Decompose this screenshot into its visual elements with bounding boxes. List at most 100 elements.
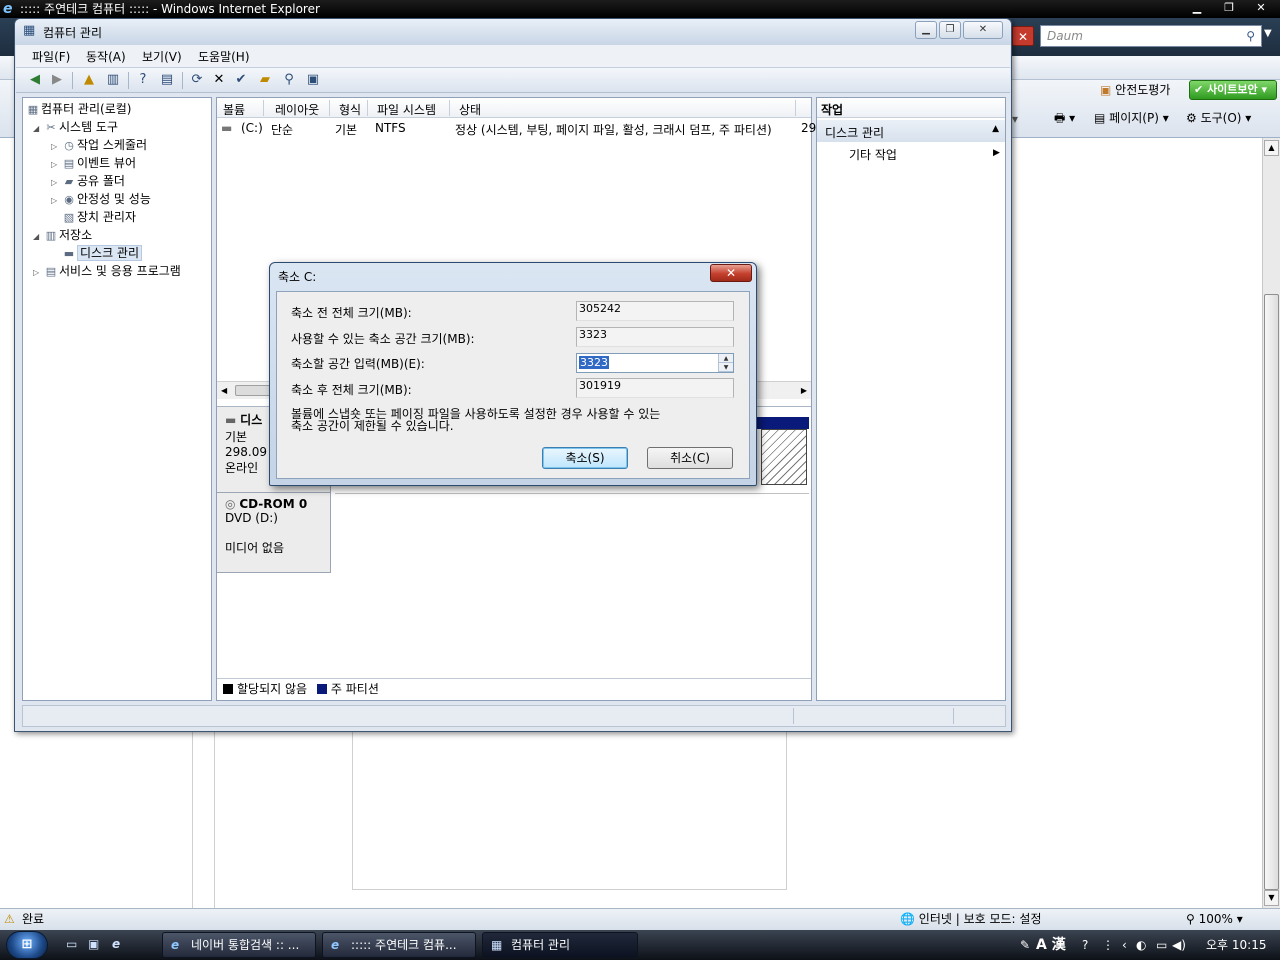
show-hide-tree-icon[interactable]: ▥ — [104, 71, 122, 89]
up-folder-icon[interactable]: ▲ — [80, 71, 98, 89]
volume-icon[interactable]: ◀) — [1172, 930, 1186, 960]
tree-item-device-manager[interactable]: ▧ 장치 관리자 — [51, 209, 136, 226]
help-icon[interactable]: ? — [134, 71, 152, 89]
computer-management-icon: ▦ — [23, 23, 36, 38]
maximize-button[interactable]: ❐ — [939, 21, 961, 39]
tree-item-shared-folders[interactable]: ▷ ▰ 공유 폴더 — [51, 173, 125, 191]
tree-item-reliability[interactable]: ▷ ◉ 안정성 및 성능 — [51, 191, 151, 209]
close-icon[interactable]: ✕ — [1246, 0, 1276, 16]
collapse-up-icon[interactable]: ▲ — [992, 124, 999, 134]
mmc-title-bar[interactable]: ▦ 컴퓨터 관리 ▁ ❐ ✕ — [15, 19, 1011, 45]
tree-item-event-viewer[interactable]: ▷ ▤ 이벤트 뷰어 — [51, 155, 136, 173]
delete-icon[interactable]: ✕ — [210, 71, 228, 89]
tray-expand-icon[interactable]: ‹ — [1122, 930, 1127, 960]
ime-indicator[interactable]: A 漢 — [1036, 930, 1066, 960]
settings-icon[interactable]: ▣ — [304, 71, 322, 89]
expand-icon[interactable]: ▷ — [51, 139, 61, 155]
taskbar-button-naver[interactable]: e 네이버 통합검색 :: ... — [162, 932, 316, 958]
column-filesystem[interactable]: 파일 시스템 — [377, 101, 436, 118]
shrink-amount-input[interactable]: 3323 — [576, 353, 734, 373]
taskbar-button-juyeontech[interactable]: e ::::: 주연테크 컴퓨... — [322, 932, 476, 958]
menu-view[interactable]: 보기(V) — [142, 48, 182, 65]
spin-down-icon[interactable]: ▼ — [719, 363, 733, 372]
menu-help[interactable]: 도움말(H) — [198, 48, 250, 65]
shrink-amount-stepper[interactable]: ▲ ▼ — [718, 354, 733, 372]
menu-action[interactable]: 동작(A) — [86, 48, 126, 65]
scroll-left-icon[interactable]: ◀ — [221, 386, 227, 395]
warning-icon: ⚠ — [4, 912, 15, 926]
search-icon[interactable]: ⚲ — [280, 71, 298, 89]
clock-icon: ◷ — [64, 139, 74, 152]
total-after-label: 축소 후 전체 크기(MB): — [291, 383, 412, 397]
show-desktop-icon[interactable]: ▭ — [66, 937, 77, 951]
forward-icon[interactable]: ▶ — [48, 71, 66, 89]
clock[interactable]: 오후 10:15 — [1206, 930, 1266, 960]
search-input[interactable]: Daum ⚲ — [1040, 25, 1262, 47]
show-hide-action-pane-icon[interactable]: ▤ — [158, 71, 176, 89]
volume-row-c[interactable]: ▬ (C:) 단순 기본 NTFS 정상 (시스템, 부팅, 페이지 파일, 활… — [217, 119, 816, 137]
safety-rating-button[interactable]: ▣ 안전도평가 — [1100, 81, 1170, 99]
partition-c-block[interactable] — [761, 429, 807, 485]
back-icon[interactable]: ◀ — [26, 71, 44, 89]
expand-icon[interactable]: ▷ — [51, 193, 61, 209]
security-zone[interactable]: 🌐 인터넷 | 보호 모드: 설정 — [900, 909, 1042, 929]
scroll-up-icon[interactable]: ▲ — [1264, 140, 1279, 156]
scroll-down-icon[interactable]: ▼ — [1264, 890, 1279, 906]
spin-up-icon[interactable]: ▲ — [719, 354, 733, 363]
feed-dropdown-icon[interactable]: ▾ — [1012, 110, 1018, 128]
column-layout[interactable]: 레이아웃 — [275, 101, 319, 118]
close-button[interactable]: ✕ — [963, 21, 1003, 39]
expand-icon[interactable]: ▷ — [33, 265, 43, 281]
tree-item-task-scheduler[interactable]: ▷ ◷ 작업 스케줄러 — [51, 137, 147, 155]
minimize-button[interactable]: ▁ — [915, 21, 937, 39]
column-status[interactable]: 상태 — [459, 101, 481, 118]
total-before-label: 축소 전 전체 크기(MB): — [291, 306, 412, 320]
column-volume[interactable]: 볼륨 — [223, 101, 245, 118]
refresh-icon[interactable]: ⟳ — [188, 71, 206, 89]
collapse-icon[interactable]: ◢ — [33, 121, 43, 137]
properties-icon[interactable]: ✔ — [232, 71, 250, 89]
dialog-close-button[interactable]: ✕ — [710, 264, 752, 282]
cdrom-0-label[interactable]: ◎ CD-ROM 0 DVD (D:) 미디어 없음 — [217, 493, 331, 573]
collapse-icon[interactable]: ◢ — [33, 229, 43, 245]
shrink-button[interactable]: 축소(S) — [542, 447, 628, 469]
actions-section-disk-management[interactable]: 디스크 관리 ▲ — [817, 120, 1005, 142]
tree-item-services-apps[interactable]: ▷ ▤ 서비스 및 응용 프로그램 — [33, 263, 181, 281]
minimize-icon[interactable]: ▁ — [1182, 0, 1212, 16]
menu-file[interactable]: 파일(F) — [32, 48, 70, 65]
maximize-icon[interactable]: ❐ — [1214, 0, 1244, 16]
column-type[interactable]: 형식 — [339, 101, 361, 118]
switch-windows-icon[interactable]: ▣ — [88, 937, 99, 951]
expand-icon[interactable]: ▷ — [51, 157, 61, 173]
search-dropdown-icon[interactable]: ▼ — [1264, 28, 1272, 39]
drive-icon: ▬ — [221, 121, 233, 135]
zoom-control[interactable]: ⚲ 100% ▾ — [1186, 909, 1243, 929]
help-icon[interactable]: ? — [1082, 930, 1088, 960]
taskbar-button-computer-management[interactable]: ▦ 컴퓨터 관리 — [482, 932, 638, 958]
scroll-thumb[interactable] — [1264, 294, 1279, 890]
tree-item-system-tools[interactable]: ◢ ✂ 시스템 도구 — [33, 119, 118, 137]
site-security-button[interactable]: ✔ 사이트보안 ▾ — [1189, 80, 1277, 100]
start-button[interactable]: ⊞ — [6, 931, 48, 959]
tree-item-storage[interactable]: ◢ ▥ 저장소 — [33, 227, 92, 245]
scroll-right-icon[interactable]: ▶ — [801, 386, 807, 395]
tree-item-disk-management[interactable]: ▬ 디스크 관리 — [51, 245, 143, 262]
cancel-button[interactable]: 취소(C) — [647, 447, 733, 469]
tools-menu[interactable]: ⚙ 도구(O) ▾ — [1186, 109, 1251, 127]
ie-vertical-scrollbar[interactable]: ▲ ▼ — [1262, 138, 1280, 908]
ie-status-bar: ⚠ 완료 🌐 인터넷 | 보호 모드: 설정 ⚲ 100% ▾ — [0, 908, 1280, 930]
security-center-icon[interactable]: ◐ — [1136, 930, 1146, 960]
action-more-actions[interactable]: 기타 작업 — [849, 146, 897, 163]
print-icon[interactable]: 🖶 ▾ — [1054, 109, 1075, 127]
language-bar-icon[interactable]: ✎ — [1020, 930, 1030, 960]
options-icon[interactable]: ⋮ — [1102, 930, 1114, 960]
status-text: 완료 — [22, 912, 45, 926]
ie-stop-button[interactable]: ✕ — [1012, 26, 1034, 46]
ie-quicklaunch-icon[interactable]: e — [112, 937, 120, 951]
expand-icon[interactable]: ▷ — [51, 175, 61, 191]
search-icon[interactable]: ⚲ — [1246, 26, 1255, 46]
network-icon[interactable]: ▭ — [1156, 930, 1167, 960]
page-menu[interactable]: ▤ 페이지(P) ▾ — [1094, 109, 1169, 127]
tree-item-root[interactable]: ▦ 컴퓨터 관리(로컬) — [25, 101, 132, 118]
open-folder-icon[interactable]: ▰ — [256, 71, 274, 89]
